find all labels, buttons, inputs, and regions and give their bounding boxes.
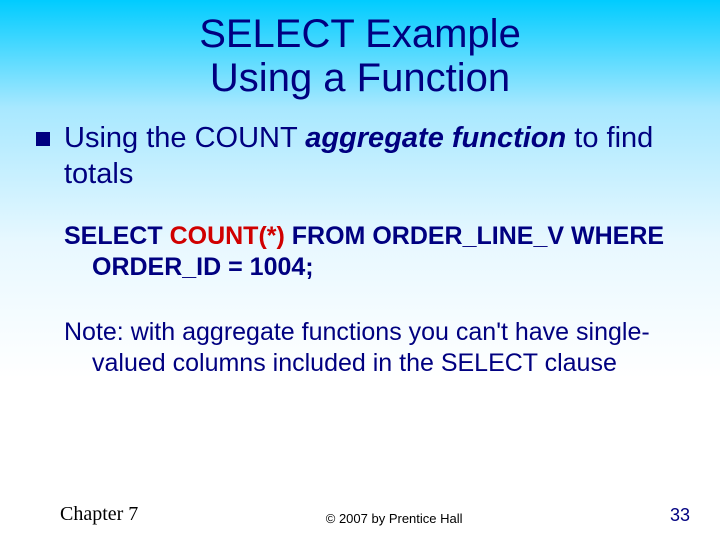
slide-footer: Chapter 7 © 2007 by Prentice Hall 33 [0,503,720,526]
code-red: COUNT(*) [170,222,285,250]
title-line-1: SELECT Example [199,12,521,56]
code-block: SELECT COUNT(*) FROM ORDER_LINE_V WHERE … [64,221,690,284]
slide-body: Using the COUNT aggregate function to fi… [0,100,720,378]
slide-title: SELECT Example Using a Function [0,0,720,100]
bullet-emph: aggregate function [305,122,566,154]
bullet-item: Using the COUNT aggregate function to fi… [36,120,690,193]
note-text: Note: with aggregate functions you can't… [64,317,690,378]
slide: SELECT Example Using a Function Using th… [0,0,720,540]
footer-chapter: Chapter 7 [60,503,138,526]
title-line-2: Using a Function [210,56,510,100]
bullet-text: Using the COUNT aggregate function to fi… [64,120,690,193]
bullet-pre: Using the COUNT [64,122,305,154]
square-bullet-icon [36,132,50,146]
footer-copyright: © 2007 by Prentice Hall [138,511,650,526]
footer-page-number: 33 [650,505,690,526]
code-pre: SELECT [64,222,170,250]
